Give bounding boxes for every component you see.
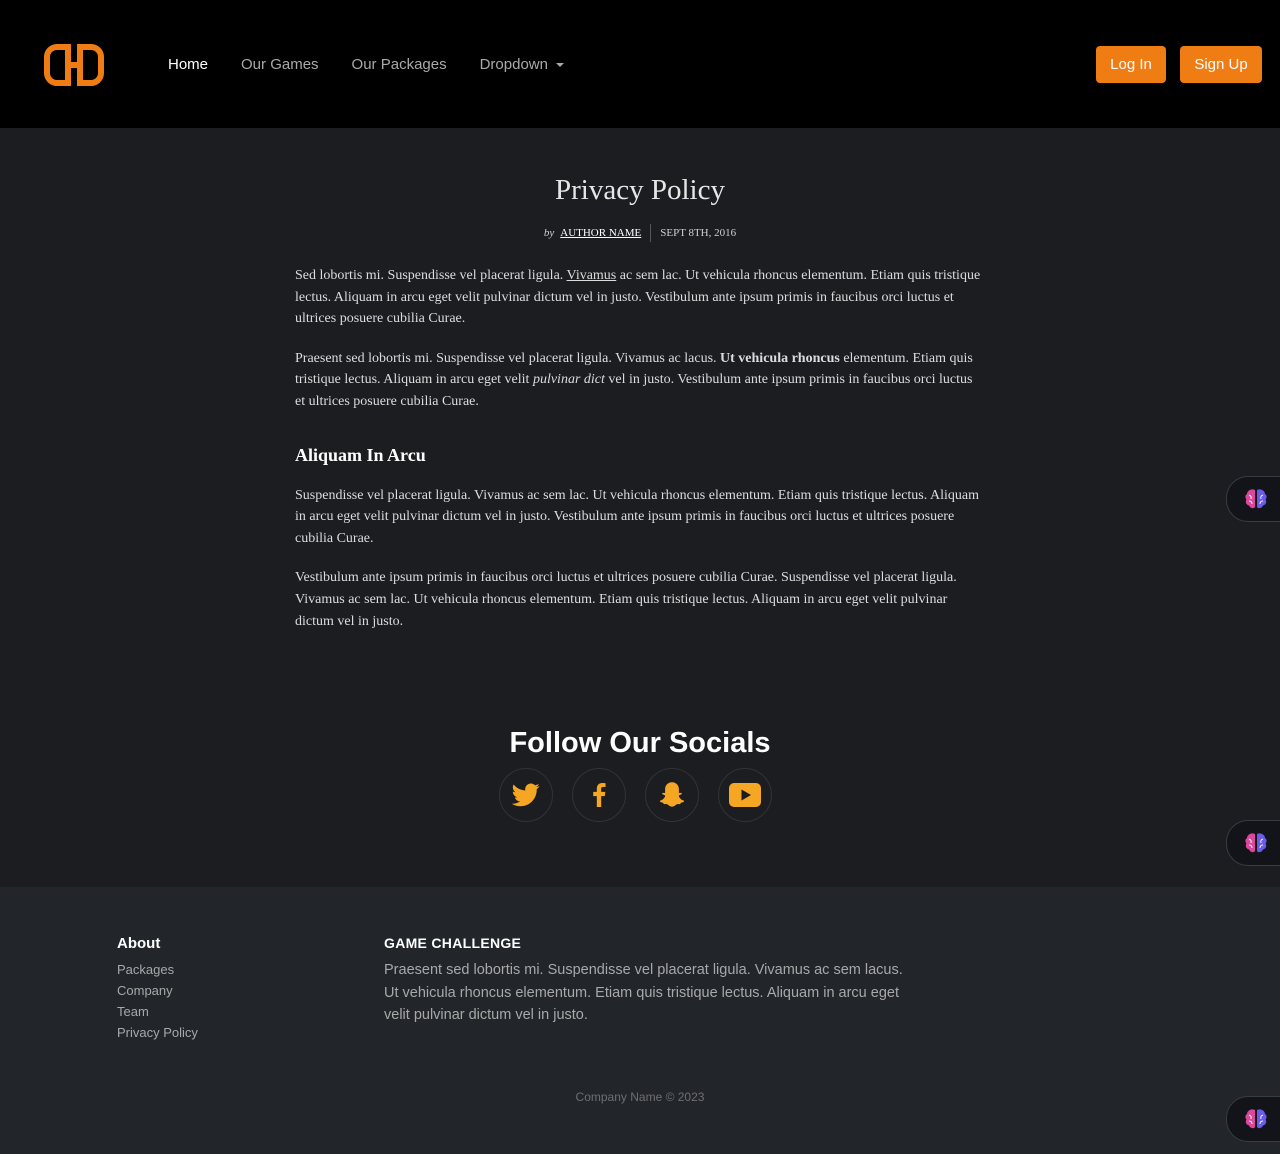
youtube-icon (729, 783, 761, 807)
nav-home[interactable]: Home (168, 54, 208, 76)
navbar: Home Our Games Our Packages Dropdown Log… (0, 0, 1280, 128)
nav-our-packages[interactable]: Our Packages (352, 54, 447, 76)
publish-date: Sept 8th, 2016 (660, 227, 737, 239)
social-links (499, 768, 772, 822)
logo-icon (44, 44, 104, 86)
brain-icon (1245, 1109, 1267, 1129)
article-paragraph-4: Vestibulum ante ipsum primis in faucibus… (295, 570, 957, 629)
footer-game-column: Game Challenge Praesent sed lobortis mi.… (384, 935, 904, 1027)
footer-game-heading: Game Challenge (384, 935, 522, 951)
facebook-icon (593, 783, 606, 807)
snapchat-link[interactable] (645, 768, 699, 822)
page-title: Privacy Policy (555, 174, 725, 206)
meta-divider (650, 224, 652, 243)
text-span: Praesent sed lobortis mi. Suspendisse ve… (295, 350, 721, 366)
socials-title: Follow Our Socials (509, 727, 771, 759)
bold-text: Ut vehicula rhoncus (720, 350, 840, 366)
article-paragraph-3: Suspendisse vel placerat ligula. Vivamus… (295, 487, 979, 546)
youtube-link[interactable] (718, 768, 772, 822)
login-button[interactable]: Log In (1096, 46, 1166, 83)
twitter-icon (512, 783, 540, 807)
caret-down-icon (555, 63, 564, 68)
inline-link[interactable]: Vivamus (567, 268, 617, 283)
footer: About Packages Company Team Privacy Poli… (0, 887, 1280, 1154)
footer-link-team[interactable]: Team (117, 1001, 198, 1022)
footer-about-column: About Packages Company Team Privacy Poli… (117, 935, 198, 1043)
signup-button[interactable]: Sign Up (1180, 46, 1262, 83)
nav-dropdown-label: Dropdown (479, 56, 548, 73)
logo-link[interactable] (44, 44, 104, 86)
footer-about-heading: About (117, 935, 161, 952)
article-paragraph-1: Sed lobortis mi. Suspendisse vel placera… (295, 265, 985, 330)
article: Privacy Policy by Author Name Sept 8th, 20… (295, 128, 985, 632)
footer-link-packages[interactable]: Packages (117, 959, 198, 980)
floating-assistant-button[interactable] (1226, 820, 1280, 866)
facebook-link[interactable] (572, 768, 626, 822)
byline-prefix: by (543, 227, 555, 239)
italic-text: pulvinar dict (532, 372, 605, 388)
article-paragraph-2: Praesent sed lobortis mi. Suspendisse ve… (295, 348, 985, 413)
footer-link-company[interactable]: Company (117, 980, 198, 1001)
twitter-link[interactable] (499, 768, 553, 822)
floating-assistant-button[interactable] (1226, 476, 1280, 522)
nav-our-games[interactable]: Our Games (241, 54, 319, 76)
snapchat-icon (659, 782, 685, 807)
brain-icon (1245, 833, 1267, 853)
floating-assistant-button[interactable] (1226, 1096, 1280, 1142)
main-nav: Home Our Games Our Packages Dropdown (168, 54, 597, 76)
brain-icon (1245, 489, 1267, 509)
author-link[interactable]: Author Name (560, 227, 641, 239)
article-meta: by Author Name Sept 8th, 2016 (295, 223, 985, 243)
footer-link-privacy-policy[interactable]: Privacy Policy (117, 1022, 198, 1043)
section-heading: Aliquam In Arcu (295, 444, 426, 465)
copyright: Company Name © 2023 (575, 1090, 705, 1104)
text-span: Sed lobortis mi. Suspendisse vel placera… (295, 268, 567, 283)
nav-dropdown[interactable]: Dropdown (480, 54, 564, 76)
footer-game-text: Praesent sed lobortis mi. Suspendisse ve… (384, 962, 903, 1023)
